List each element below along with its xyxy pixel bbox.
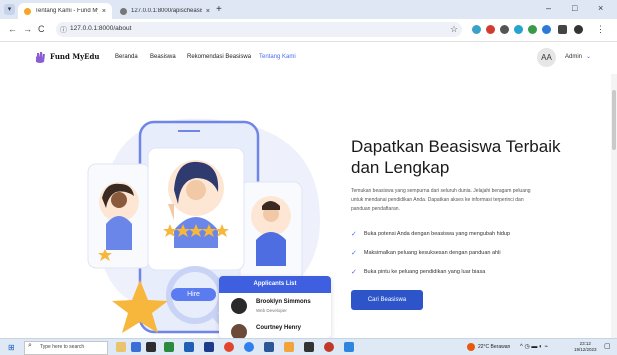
nav-link-beasiswa[interactable]: Beasiswa — [150, 54, 176, 60]
vscode-icon[interactable] — [344, 342, 354, 352]
task-view-icon[interactable] — [146, 342, 156, 352]
windows-start-icon[interactable]: ⊞ — [8, 343, 15, 352]
taskbar-app-icon[interactable] — [116, 342, 126, 352]
edge-icon[interactable] — [244, 342, 254, 352]
tab-close-icon[interactable]: × — [102, 8, 106, 15]
minimize-button[interactable]: – — [546, 3, 551, 13]
taskbar-app-icon[interactable] — [264, 342, 274, 352]
weather-text[interactable]: 22°C Berawan — [478, 344, 510, 350]
avatar[interactable]: AA — [537, 48, 556, 67]
nav-link-rekomendasi[interactable]: Rekomendasi Beasiswa — [187, 54, 251, 60]
bookmark-star-icon[interactable]: ☆ — [450, 24, 458, 35]
browser-menu-icon[interactable]: ⋮ — [596, 24, 605, 35]
applicants-card-title: Applicants List — [219, 276, 331, 293]
site-info-icon[interactable]: ⓘ — [60, 25, 67, 35]
maximize-button[interactable]: □ — [572, 3, 577, 13]
chevron-down-icon[interactable]: ⌄ — [586, 53, 591, 60]
tab-menu-icon[interactable]: ▾ — [4, 4, 15, 15]
taskbar-app-icon[interactable] — [131, 342, 141, 352]
applicants-card: Applicants List Brooklyn Simmons Web Dev… — [219, 276, 331, 338]
site-navbar: Fund MyEdu Beranda Beasiswa Rekomendasi … — [0, 42, 617, 74]
sidebar-panel-icon[interactable] — [558, 25, 567, 34]
feature-item: ✓ Maksimalkan peluang kesuksesan dengan … — [351, 249, 501, 257]
tab-close-icon[interactable]: × — [206, 8, 210, 15]
back-arrow-icon[interactable]: ← — [8, 24, 17, 34]
weather-icon[interactable] — [467, 343, 475, 351]
taskbar-app-icon[interactable] — [304, 342, 314, 352]
hero-description: Temukan beasiswa yang sempurna dari selu… — [351, 188, 531, 212]
check-icon: ✓ — [351, 231, 357, 238]
extension-icon[interactable] — [472, 25, 481, 34]
clock-date: 19/12/2023 — [574, 347, 597, 352]
tab-title: Tentang Kami - Fund MyEdu — [35, 8, 98, 14]
taskbar-app-icon[interactable] — [184, 342, 194, 352]
applicant-role: Web Developer — [256, 308, 287, 313]
applicant-name: Courtney Henry — [256, 325, 302, 331]
taskbar-app-icon[interactable] — [204, 342, 214, 352]
extension-icon[interactable] — [486, 25, 495, 34]
hire-badge: Hire — [171, 288, 216, 301]
extension-icon[interactable] — [514, 25, 523, 34]
logo-hand-icon — [36, 52, 45, 63]
taskbar-app-icon[interactable] — [164, 342, 174, 352]
extension-icon[interactable] — [500, 25, 509, 34]
tab-globe-icon — [120, 7, 127, 15]
feature-item: ✓ Buka potensi Anda dengan beasiswa yang… — [351, 230, 510, 238]
user-name[interactable]: Admin — [565, 54, 582, 60]
taskbar-app-icon[interactable] — [324, 342, 334, 352]
logo-text[interactable]: Fund MyEdu — [50, 52, 100, 61]
page-title: Dapatkan Beasiswa Terbaik dan Lengkap — [351, 137, 561, 177]
notification-icon[interactable]: ▢ — [604, 342, 611, 350]
check-icon: ✓ — [351, 250, 357, 257]
reload-icon[interactable]: C — [38, 24, 45, 34]
scrollbar-thumb[interactable] — [612, 90, 616, 150]
search-icon: ⌕ — [28, 342, 32, 349]
forward-arrow-icon[interactable]: → — [23, 24, 32, 34]
taskbar-app-icon[interactable] — [284, 342, 294, 352]
avatar — [231, 324, 247, 338]
browser-tab-inactive[interactable]: 127.0.0.1:8000/apischeasiswa × — [114, 3, 216, 19]
chrome-icon[interactable] — [224, 342, 234, 352]
nav-link-beranda[interactable]: Beranda — [115, 54, 138, 60]
nav-link-tentang-kami[interactable]: Tentang Kami — [259, 54, 296, 60]
windows-taskbar: ⊞ ⌕ Type here to search 22°C Berawan ^ ◷… — [0, 338, 617, 355]
avatar — [231, 298, 247, 314]
search-scholarship-button[interactable]: Cari Beasiswa — [351, 290, 423, 310]
close-window-button[interactable]: × — [598, 3, 603, 13]
list-item: Courtney Henry — [219, 321, 331, 338]
extension-icon[interactable] — [542, 25, 551, 34]
tab-favicon-icon — [24, 7, 31, 15]
feature-text: Maksimalkan peluang kesuksesan dengan pa… — [363, 250, 501, 256]
clock[interactable]: 23:12 19/12/2023 — [574, 341, 597, 353]
browser-tab-bar: ▾ Tentang Kami - Fund MyEdu × 127.0.0.1:… — [0, 0, 617, 19]
system-tray-icons[interactable]: ^ ◷ ▬ ◐ ⌁ — [520, 343, 548, 350]
url-text: 127.0.0.1:8000/about — [70, 25, 132, 32]
browser-tab-active[interactable]: Tentang Kami - Fund MyEdu × — [18, 3, 112, 19]
feature-text: Buka potensi Anda dengan beasiswa yang m… — [363, 231, 511, 237]
extension-icon[interactable] — [528, 25, 537, 34]
check-icon: ✓ — [351, 269, 357, 276]
feature-text: Buka pintu ke peluang pendidikan yang lu… — [363, 269, 486, 275]
tab-title: 127.0.0.1:8000/apischeasiswa — [131, 8, 202, 14]
taskbar-search-placeholder: Type here to search — [40, 344, 85, 350]
list-item: Brooklyn Simmons Web Developer — [219, 295, 331, 317]
feature-item: ✓ Buka pintu ke peluang pendidikan yang … — [351, 268, 485, 276]
applicant-name: Brooklyn Simmons — [256, 299, 311, 305]
new-tab-button[interactable]: + — [216, 4, 222, 15]
address-bar-row: ← → C ⓘ 127.0.0.1:8000/about ☆ ⋮ — [0, 19, 617, 42]
profile-icon[interactable] — [574, 25, 583, 34]
